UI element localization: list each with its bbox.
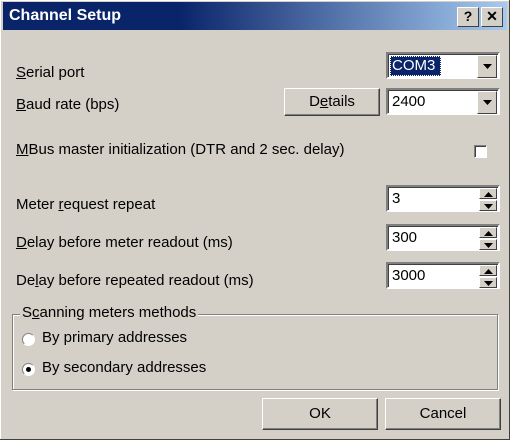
meter-request-repeat-spinner[interactable]: 3 — [386, 185, 500, 212]
dropdown-arrow-icon — [483, 64, 492, 69]
ok-button[interactable]: OK — [262, 398, 378, 430]
spin-down-button[interactable] — [479, 239, 497, 250]
serial-port-dropdown-button[interactable] — [477, 55, 497, 78]
channel-setup-dialog: Channel Setup ? ✕ Serial port COM3 Baud … — [0, 0, 510, 440]
meter-request-repeat-value: 3 — [392, 190, 401, 207]
baud-rate-label: Baud rate (bps) — [16, 96, 120, 113]
spin-up-icon — [484, 269, 493, 274]
spin-down-icon — [484, 243, 493, 248]
primary-addresses-radio[interactable] — [22, 333, 35, 346]
dropdown-arrow-icon — [483, 100, 492, 105]
spinner-buttons — [479, 188, 497, 211]
spinner-buttons — [479, 265, 497, 288]
scanning-methods-group — [12, 314, 498, 390]
details-button[interactable]: Details — [284, 88, 380, 116]
delay-before-readout-label: Delay before meter readout (ms) — [16, 234, 233, 251]
spin-down-icon — [484, 204, 493, 209]
delay-before-repeated-value: 3000 — [392, 267, 426, 284]
scanning-methods-legend: Scanning meters methods — [20, 304, 199, 321]
serial-port-label: Serial port — [16, 64, 85, 81]
mbus-init-checkbox[interactable] — [474, 145, 487, 158]
meter-request-repeat-label: Meter request repeat — [16, 196, 156, 213]
spin-up-icon — [484, 231, 493, 236]
spin-down-button[interactable] — [479, 200, 497, 211]
spin-down-icon — [484, 281, 493, 286]
spinner-buttons — [479, 227, 497, 250]
spin-up-button[interactable] — [479, 188, 497, 199]
close-button[interactable]: ✕ — [481, 7, 503, 27]
spin-up-button[interactable] — [479, 227, 497, 238]
radio-selected-dot — [26, 367, 31, 372]
spin-down-button[interactable] — [479, 277, 497, 288]
baud-rate-dropdown-button[interactable] — [477, 91, 497, 114]
delay-before-readout-spinner[interactable]: 300 — [386, 224, 500, 251]
baud-rate-value: 2400 — [392, 93, 426, 110]
secondary-addresses-radio[interactable] — [22, 363, 35, 376]
delay-before-readout-value: 300 — [392, 229, 418, 246]
close-icon: ✕ — [486, 8, 498, 24]
serial-port-value: COM3 — [390, 56, 442, 76]
serial-port-select[interactable]: COM3 — [386, 52, 500, 79]
help-icon: ? — [463, 8, 473, 24]
title-bar[interactable]: Channel Setup ? ✕ — [3, 2, 507, 30]
spin-up-icon — [484, 192, 493, 197]
mbus-init-label: MBus master initialization (DTR and 2 se… — [16, 141, 345, 158]
help-button[interactable]: ? — [457, 7, 479, 27]
baud-rate-select[interactable]: 2400 — [386, 88, 500, 115]
secondary-addresses-label[interactable]: By secondary addresses — [42, 359, 206, 376]
spin-up-button[interactable] — [479, 265, 497, 276]
delay-before-repeated-spinner[interactable]: 3000 — [386, 262, 500, 289]
cancel-button[interactable]: Cancel — [385, 398, 501, 430]
primary-addresses-label[interactable]: By primary addresses — [42, 329, 187, 346]
delay-before-repeated-label: Delay before repeated readout (ms) — [16, 272, 254, 289]
window-title: Channel Setup — [9, 7, 122, 24]
